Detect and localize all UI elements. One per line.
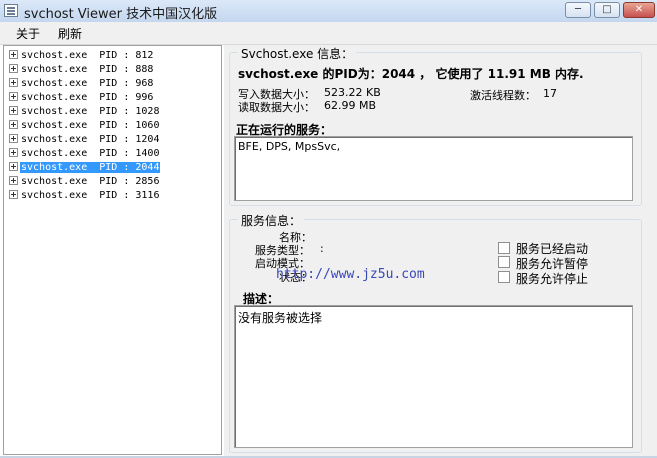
expand-icon[interactable] — [9, 133, 18, 143]
read-size-value: 62.99 MB — [324, 99, 377, 112]
expand-icon[interactable] — [9, 91, 18, 101]
read-size-label: 读取数据大小： — [238, 101, 315, 114]
expand-icon[interactable] — [9, 77, 18, 87]
tree-item[interactable]: svchost.exe PID : 888 — [9, 63, 154, 76]
tree-item[interactable]: svchost.exe PID : 2856 — [9, 175, 160, 188]
tree-item[interactable]: svchost.exe PID : 996 — [9, 91, 154, 104]
expand-icon[interactable] — [9, 63, 18, 73]
close-button[interactable]: ✕ — [623, 2, 655, 18]
app-icon — [4, 4, 18, 17]
svchost-info-label: Svchost.exe 信息： — [238, 45, 357, 62]
expand-icon[interactable] — [9, 49, 18, 59]
tree-item[interactable]: svchost.exe PID : 812 — [9, 49, 154, 62]
tree-item[interactable]: svchost.exe PID : 1028 — [9, 105, 160, 118]
expand-icon[interactable] — [9, 175, 18, 185]
tree-item[interactable]: svchost.exe PID : 3116 — [9, 189, 160, 202]
menu-refresh[interactable]: 刷新 — [58, 25, 82, 42]
menu-about[interactable]: 关于 — [16, 25, 40, 42]
expand-icon[interactable] — [9, 161, 18, 171]
expand-icon[interactable] — [9, 189, 18, 199]
watermark-url: http://www.jz5u.com — [276, 267, 425, 282]
tree-item[interactable]: svchost.exe PID : 1400 — [9, 147, 160, 160]
service-info-label: 服务信息： — [238, 212, 305, 229]
tree-item[interactable]: svchost.exe PID : 968 — [9, 77, 154, 90]
service-started-checkbox[interactable] — [498, 242, 510, 254]
title-bar: svchost Viewer 技术中国汉化版 ─ □ ✕ — [0, 0, 657, 23]
threads-label: 激活线程数： — [470, 89, 536, 102]
tree-item-selected[interactable]: svchost.exe PID : 2044 — [9, 161, 161, 174]
window-title: svchost Viewer 技术中国汉化版 — [24, 7, 218, 22]
service-stop-label: 服务允许停止 — [516, 272, 589, 286]
expand-icon[interactable] — [9, 147, 18, 157]
process-tree[interactable]: svchost.exe PID : 812 svchost.exe PID : … — [3, 45, 222, 455]
service-stop-checkbox[interactable] — [498, 271, 510, 283]
pid-summary: svchost.exe 的PID为：2044 ， 它使用了 11.91 MB 内… — [238, 67, 584, 81]
running-services-box[interactable]: BFE, DPS, MpsSvc, — [234, 136, 633, 201]
expand-icon[interactable] — [9, 119, 18, 129]
service-pause-checkbox[interactable] — [498, 256, 510, 268]
threads-value: 17 — [543, 87, 557, 100]
maximize-button[interactable]: □ — [594, 2, 620, 18]
description-box[interactable]: 没有服务被选择 — [234, 305, 633, 448]
tree-item[interactable]: svchost.exe PID : 1204 — [9, 133, 160, 146]
service-type-value: : — [320, 242, 324, 255]
menu-bar: 关于 刷新 — [0, 22, 657, 45]
tree-item[interactable]: svchost.exe PID : 1060 — [9, 119, 160, 132]
expand-icon[interactable] — [9, 105, 18, 115]
write-size-value: 523.22 KB — [324, 86, 381, 99]
minimize-button[interactable]: ─ — [565, 2, 591, 18]
